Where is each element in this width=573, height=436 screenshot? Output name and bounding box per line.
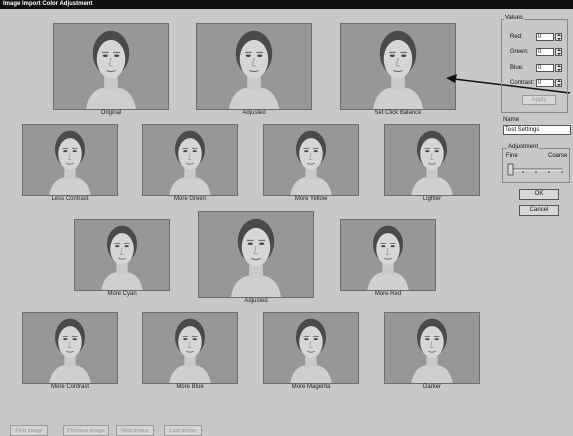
adjustment-slider[interactable] <box>505 161 567 179</box>
thumbnail-original[interactable]: Original <box>53 23 169 119</box>
coarse-label: Coarse <box>548 153 568 159</box>
thumbnail-adjusted[interactable]: Adjusted <box>196 23 312 119</box>
face-photo <box>198 211 314 298</box>
thumbnail-label: Lighter <box>422 196 442 202</box>
blue-input[interactable]: 0 <box>536 64 554 72</box>
face-illustration-icon <box>23 313 117 383</box>
face-illustration-icon <box>75 220 169 290</box>
contrast-input[interactable]: 0 <box>536 79 554 87</box>
green-spin-button[interactable] <box>555 48 562 56</box>
thumbnail-lighter[interactable]: Lighter <box>384 124 480 204</box>
face-photo <box>53 23 169 110</box>
thumbnail-label: Darker <box>422 384 441 390</box>
slider-thumb[interactable] <box>507 163 514 176</box>
thumbnail-label: Adjusted <box>244 298 268 304</box>
name-input[interactable]: Test Settings <box>503 125 571 135</box>
face-illustration-icon <box>385 125 479 195</box>
face-photo <box>263 312 359 384</box>
last-image-button[interactable]: Last image <box>164 425 202 436</box>
face-illustration-icon <box>199 212 313 297</box>
thumbnail-darker[interactable]: Darker <box>384 312 480 392</box>
thumbnail-more-blue[interactable]: More Blue <box>142 312 238 392</box>
name-label: Name <box>503 117 520 123</box>
face-photo <box>142 312 238 384</box>
thumbnail-label: More Magenta <box>291 384 331 390</box>
fine-label: Fine <box>506 153 518 159</box>
contrast-spin-button[interactable] <box>555 79 562 87</box>
thumbnail-label: Set Click Balance <box>374 110 422 116</box>
previous-image-button[interactable]: Previous image <box>63 425 109 436</box>
face-illustration-icon <box>197 24 311 109</box>
face-photo <box>263 124 359 196</box>
face-photo <box>340 219 436 291</box>
thumbnail-label: More Cyan <box>107 291 137 297</box>
adjustment-canvas: Original Adjusted Set Click Balance Less… <box>0 9 573 436</box>
adjustment-legend: Adjustment <box>507 144 540 151</box>
red-label: Red: <box>510 34 523 40</box>
thumbnail-label: More Green <box>173 196 206 202</box>
red-input[interactable]: 0 <box>536 33 554 41</box>
thumbnail-label: More Contrast <box>50 384 89 390</box>
ok-button[interactable]: OK <box>519 189 559 200</box>
face-illustration-icon <box>143 313 237 383</box>
red-spin-button[interactable] <box>555 33 562 41</box>
face-illustration-icon <box>23 125 117 195</box>
face-photo <box>384 312 480 384</box>
thumbnail-more-yellow[interactable]: More Yellow <box>263 124 359 204</box>
thumbnail-more-cyan[interactable]: More Cyan <box>74 219 170 299</box>
blue-spin-button[interactable] <box>555 64 562 72</box>
thumbnail-adjusted-center[interactable]: Adjusted <box>198 211 314 307</box>
face-illustration-icon <box>264 313 358 383</box>
green-input[interactable]: 0 <box>536 48 554 56</box>
thumbnail-more-red[interactable]: More Red <box>340 219 436 299</box>
thumbnail-label: More Blue <box>176 384 204 390</box>
thumbnail-label: More Yellow <box>294 196 328 202</box>
first-image-button[interactable]: First image <box>10 425 48 436</box>
thumbnail-less-contrast[interactable]: Less Contrast <box>22 124 118 204</box>
thumbnail-more-green[interactable]: More Green <box>142 124 238 204</box>
thumbnail-more-contrast[interactable]: More Contrast <box>22 312 118 392</box>
window-title: Image Import Color Adjustment <box>0 0 573 9</box>
face-photo <box>340 23 456 110</box>
face-photo <box>196 23 312 110</box>
thumbnail-label: Less Contrast <box>51 196 89 202</box>
face-photo <box>142 124 238 196</box>
contrast-label: Contrast: <box>510 80 535 86</box>
thumbnail-more-magenta[interactable]: More Magenta <box>263 312 359 392</box>
green-label: Green: <box>510 49 529 55</box>
thumbnail-label: Original <box>100 110 122 116</box>
face-illustration-icon <box>341 220 435 290</box>
face-photo <box>384 124 480 196</box>
face-illustration-icon <box>385 313 479 383</box>
face-illustration-icon <box>264 125 358 195</box>
face-illustration-icon <box>341 24 455 109</box>
blue-label: Blue: <box>510 65 524 71</box>
thumbnail-set-click-balance[interactable]: Set Click Balance <box>340 23 456 119</box>
apply-button[interactable]: Apply <box>522 95 556 105</box>
face-illustration-icon <box>143 125 237 195</box>
thumbnail-label: Adjusted <box>242 110 266 116</box>
values-legend: Values <box>504 15 524 22</box>
next-image-button[interactable]: Next image <box>116 425 154 436</box>
face-photo <box>22 124 118 196</box>
face-illustration-icon <box>54 24 168 109</box>
cancel-button[interactable]: Cancel <box>519 205 559 216</box>
face-photo <box>22 312 118 384</box>
face-photo <box>74 219 170 291</box>
thumbnail-label: More Red <box>374 291 402 297</box>
